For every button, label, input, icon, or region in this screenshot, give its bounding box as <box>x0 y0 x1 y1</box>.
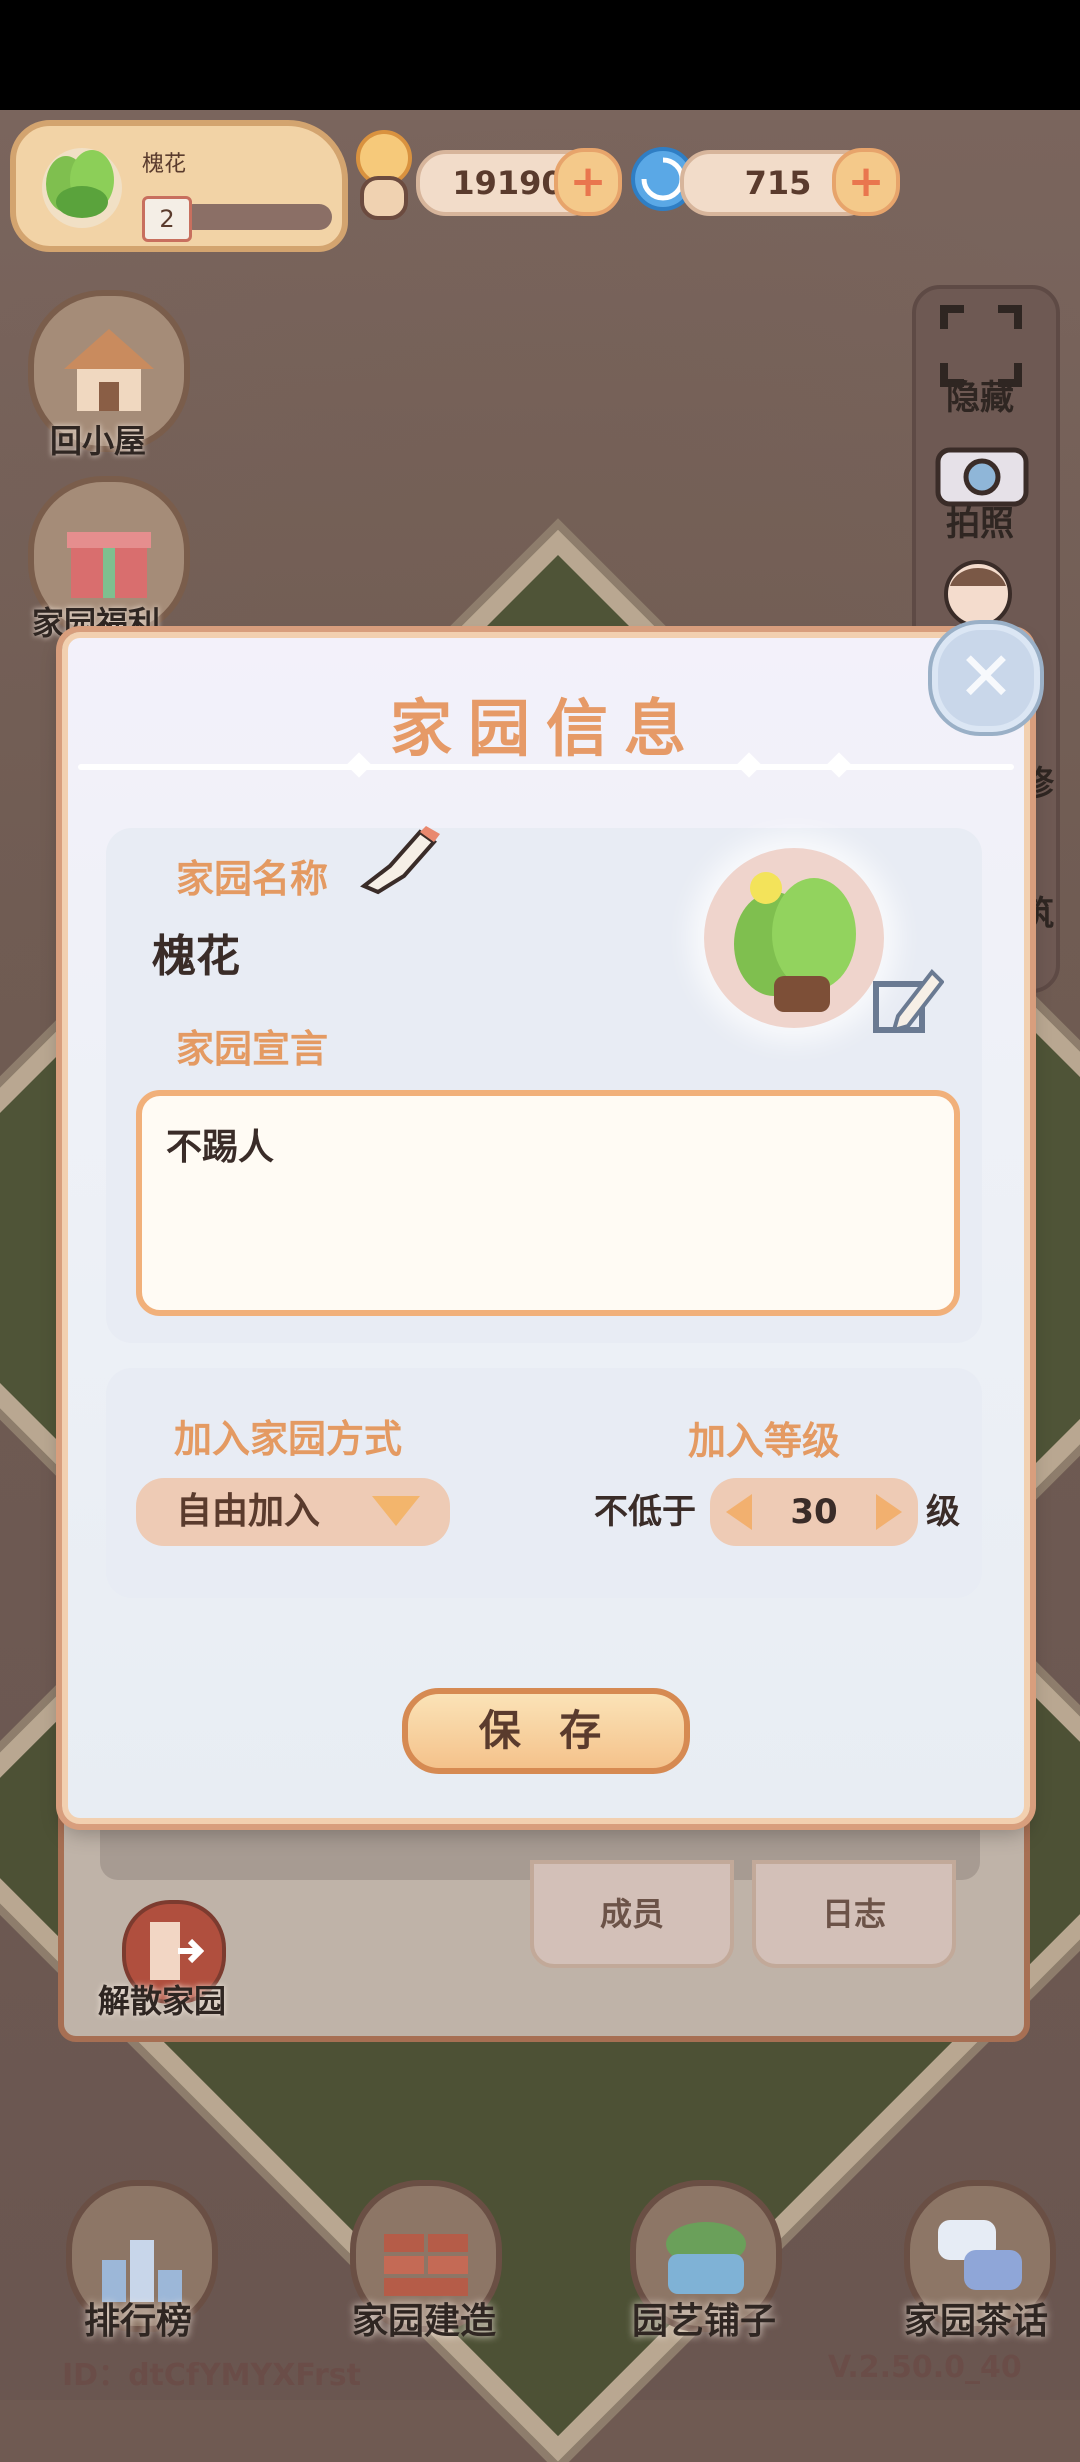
leaf-plant-icon <box>734 872 856 1012</box>
chevron-down-icon <box>372 1496 420 1526</box>
declaration-label: 家园宣言 <box>176 1027 329 1071</box>
home-name-label: 家园名称 <box>176 857 329 901</box>
edit-pencil-icon[interactable] <box>360 826 444 896</box>
gift-box-icon <box>67 532 151 598</box>
hide-ui-label: 隐藏 <box>946 378 1014 418</box>
dissolve-home-label: 解散家园 <box>98 1982 227 2020</box>
leaf-plant-icon <box>42 148 122 228</box>
tab-logs[interactable]: 日志 <box>752 1860 956 1968</box>
home-level-badge: 2 <box>142 196 192 242</box>
level-progress-bar <box>180 204 332 230</box>
garden-shop-label: 园艺铺子 <box>632 2301 777 2342</box>
join-method-dropdown[interactable]: 自由加入 <box>136 1478 450 1546</box>
tab-members[interactable]: 成员 <box>530 1860 734 1968</box>
leaderboard-label: 排行榜 <box>84 2301 193 2342</box>
close-dialog-button[interactable]: ✕ <box>932 624 1040 732</box>
title-divider <box>78 764 1014 770</box>
exit-door-icon <box>150 1922 204 1980</box>
join-level-label: 加入等级 <box>688 1419 841 1463</box>
house-icon <box>64 329 154 411</box>
back-to-cottage-label: 回小屋 <box>50 422 147 460</box>
snail-mascot-icon <box>356 130 412 220</box>
join-level-prefix: 不低于 <box>594 1492 696 1532</box>
edit-avatar-icon[interactable] <box>872 964 944 1036</box>
player-id: ID：dtCfYMYXFrst <box>62 2358 361 2393</box>
status-bar <box>0 0 1080 110</box>
add-gems-button[interactable]: + <box>832 148 900 216</box>
home-chat-label: 家园茶话 <box>904 2301 1049 2342</box>
increase-level-icon[interactable] <box>876 1494 902 1530</box>
home-name: 槐花 <box>142 152 187 177</box>
character-avatar-icon[interactable] <box>940 556 1016 632</box>
home-profile-card[interactable]: 槐花 2 <box>10 120 348 252</box>
home-info-dialog: 家园信息 家园名称 槐花 家园宣言 不踢人 加入家园方式 自由加入 加入等级 不… <box>62 632 1030 1824</box>
add-coins-button[interactable]: + <box>554 148 622 216</box>
save-button[interactable]: 保 存 <box>402 1688 690 1774</box>
join-level-suffix: 级 <box>926 1492 960 1532</box>
version-label: V.2.50.0_40 <box>828 2350 1022 2385</box>
home-avatar[interactable] <box>704 848 884 1028</box>
declaration-textarea[interactable]: 不踢人 <box>136 1090 960 1316</box>
home-build-label: 家园建造 <box>352 2301 497 2342</box>
join-method-label: 加入家园方式 <box>174 1417 403 1461</box>
home-name-value: 槐花 <box>152 931 240 982</box>
declaration-text: 不踢人 <box>166 1127 275 1168</box>
photo-label: 拍照 <box>946 504 1014 544</box>
dialog-title: 家园信息 <box>389 692 702 765</box>
join-method-value: 自由加入 <box>176 1491 321 1532</box>
join-level-stepper[interactable]: 30 <box>710 1478 918 1546</box>
close-icon: ✕ <box>957 638 1015 717</box>
